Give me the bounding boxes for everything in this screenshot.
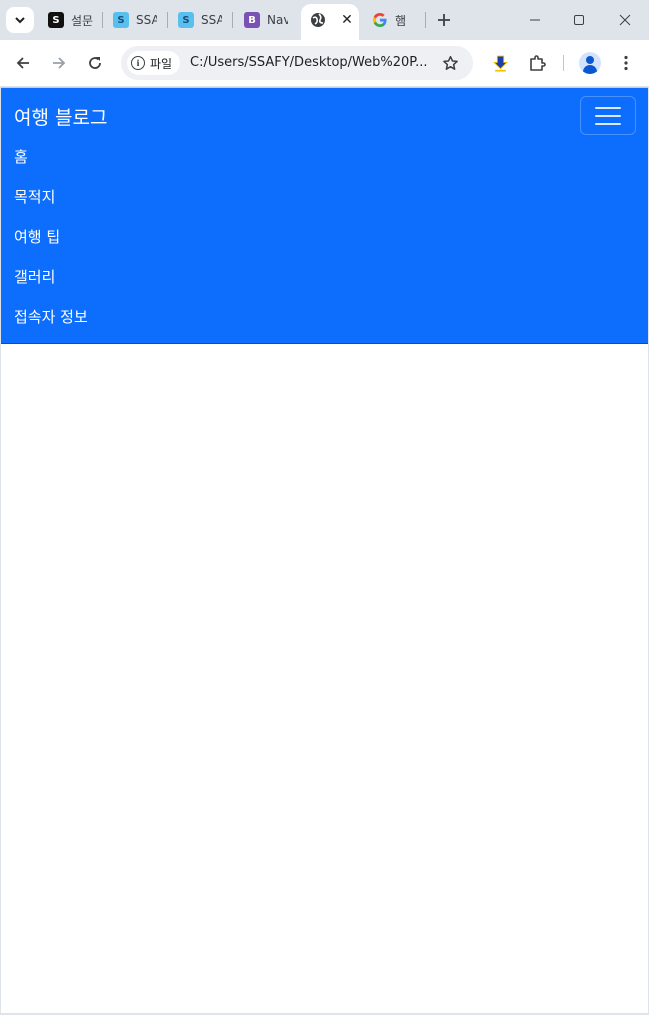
tab-6[interactable]: 햄: [372, 6, 416, 34]
globe-icon: [310, 12, 326, 28]
navbar-brand[interactable]: 여행 블로그: [14, 103, 107, 130]
url-text[interactable]: C:/Users/SSAFY/Desktop/Web%20P...: [190, 55, 430, 70]
tab-divider: [232, 12, 233, 28]
tab-divider: [167, 12, 168, 28]
nav-link-visitor-info[interactable]: 접속자 정보: [14, 304, 88, 344]
address-bar[interactable]: i 파일 C:/Users/SSAFY/Desktop/Web%20P...: [121, 46, 473, 80]
tab-title: 설문: [71, 13, 94, 28]
site-info-label: 파일: [150, 56, 173, 71]
close-tab-icon[interactable]: ✕: [337, 10, 357, 30]
nav-menu: 홈 목적지 여행 팁 갤러리 접속자 정보: [14, 144, 88, 344]
menu-button[interactable]: [611, 48, 641, 78]
tab-divider: [425, 12, 426, 28]
new-tab-button[interactable]: [433, 8, 455, 32]
tab-title: SSA: [201, 13, 222, 27]
star-icon: [442, 55, 458, 70]
tab-2[interactable]: S SSA: [113, 6, 157, 34]
toolbar-divider: [563, 55, 564, 71]
download-button[interactable]: [485, 48, 515, 78]
site-navbar: 여행 블로그 홈 목적지 여행 팁 갤러리 접속자 정보: [1, 88, 648, 344]
site-info-chip[interactable]: i 파일: [127, 51, 181, 75]
chevron-down-icon: [15, 17, 25, 24]
minimize-button[interactable]: [513, 6, 557, 34]
notion-icon: S: [48, 12, 64, 28]
tab-title: Nav: [267, 13, 288, 27]
ssafy-icon: S: [113, 12, 129, 28]
nav-link-destinations[interactable]: 목적지: [14, 184, 88, 224]
back-button[interactable]: [8, 48, 38, 78]
tab-title: SSA: [136, 13, 157, 27]
tab-4[interactable]: B Nav: [244, 6, 288, 34]
puzzle-icon: [530, 55, 546, 71]
page-viewport: 여행 블로그 홈 목적지 여행 팁 갤러리 접속자 정보: [1, 87, 648, 1013]
maximize-button[interactable]: [557, 6, 601, 34]
tab-title: 햄: [395, 13, 407, 28]
extensions-button[interactable]: [522, 48, 552, 78]
info-icon: i: [131, 56, 145, 70]
tab-3[interactable]: S SSA: [178, 6, 222, 34]
maximize-icon: [574, 15, 584, 25]
reload-icon: [89, 57, 101, 69]
tab-active[interactable]: ✕: [301, 4, 359, 40]
back-arrow-icon: [16, 57, 29, 69]
nav-link-home[interactable]: 홈: [14, 144, 88, 184]
bootstrap-icon: B: [244, 12, 260, 28]
browser-toolbar: i 파일 C:/Users/SSAFY/Desktop/Web%20P...: [0, 40, 649, 86]
reload-button[interactable]: [80, 48, 110, 78]
close-icon: [619, 14, 631, 26]
download-arrow-icon: [492, 55, 508, 72]
nav-link-gallery[interactable]: 갤러리: [14, 264, 88, 304]
tab-1[interactable]: S 설문: [48, 6, 94, 34]
navbar-toggler-button[interactable]: [580, 96, 636, 135]
tab-divider: [102, 12, 103, 28]
profile-button[interactable]: [575, 48, 605, 78]
forward-arrow-icon: [53, 57, 66, 69]
ssafy-icon: S: [178, 12, 194, 28]
more-vertical-icon: [624, 55, 628, 71]
close-window-button[interactable]: [603, 6, 647, 34]
hamburger-icon: [595, 106, 621, 125]
tab-strip: S 설문 S SSA S SSA B Nav ✕ 햄: [0, 0, 649, 40]
nav-link-travel-tips[interactable]: 여행 팁: [14, 224, 88, 264]
forward-button[interactable]: [44, 48, 74, 78]
avatar: [579, 52, 601, 74]
minimize-icon: [530, 19, 540, 21]
tab-search-button[interactable]: [6, 7, 34, 33]
google-icon: [372, 12, 388, 28]
plus-icon: [438, 14, 450, 26]
bookmark-star-button[interactable]: [439, 52, 461, 74]
